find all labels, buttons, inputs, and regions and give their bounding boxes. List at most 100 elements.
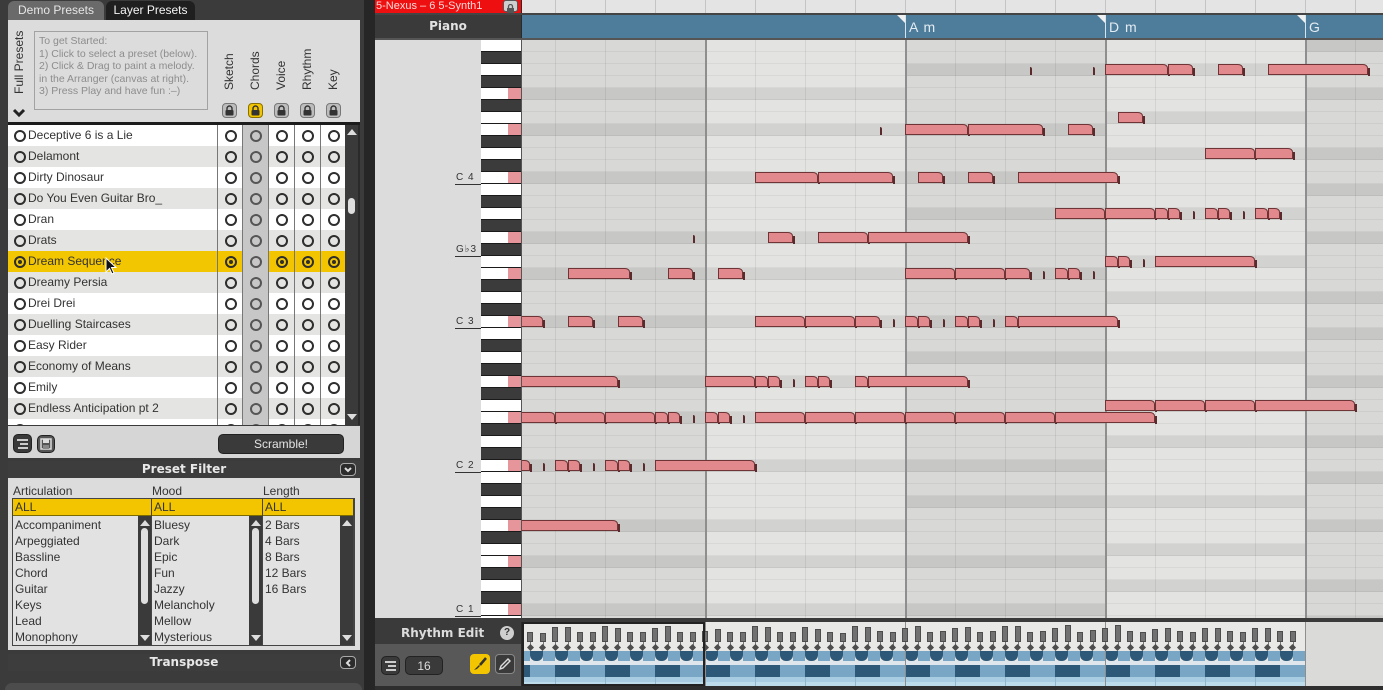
layer-radio[interactable] <box>276 172 288 184</box>
layer-radio[interactable] <box>250 340 262 352</box>
sixteenth-block[interactable] <box>1255 651 1268 661</box>
layer-radio[interactable] <box>225 235 237 247</box>
layer-radio[interactable] <box>276 256 288 268</box>
layer-cell-chords[interactable] <box>242 146 268 167</box>
filter-option[interactable]: Guitar <box>15 581 48 597</box>
note-tick[interactable] <box>1092 271 1095 279</box>
note[interactable] <box>867 376 970 388</box>
piano-key[interactable] <box>481 352 521 364</box>
velocity-bar[interactable] <box>877 631 883 642</box>
eighth-block[interactable] <box>955 665 980 677</box>
piano-key[interactable] <box>481 52 521 64</box>
layer-cell-chords[interactable] <box>242 167 268 188</box>
scramble-button[interactable]: Scramble! <box>218 434 344 454</box>
eighth-block[interactable] <box>1255 665 1280 677</box>
note[interactable] <box>555 412 607 424</box>
filter-option[interactable]: 4 Bars <box>265 533 300 549</box>
eighth-block[interactable] <box>1205 665 1230 677</box>
note[interactable] <box>617 460 632 472</box>
sixteenth-block[interactable] <box>1105 651 1118 661</box>
eighth-block[interactable] <box>705 665 730 677</box>
layer-cell-rhythm[interactable] <box>294 230 320 251</box>
layer-radio[interactable] <box>328 151 340 163</box>
layer-cell-rhythm[interactable] <box>294 209 320 230</box>
layer-cell-sketch[interactable] <box>217 398 242 419</box>
layer-radio[interactable] <box>328 382 340 394</box>
layer-radio[interactable] <box>328 361 340 373</box>
velocity-bar[interactable] <box>714 629 721 642</box>
preset-row[interactable]: Dream Sequence <box>8 251 345 272</box>
layer-radio[interactable] <box>276 382 288 394</box>
sixteenth-block[interactable] <box>1292 651 1305 661</box>
eighth-block[interactable] <box>780 665 805 677</box>
note[interactable] <box>967 316 982 328</box>
piano-key[interactable] <box>481 196 521 208</box>
eighth-block[interactable] <box>1005 665 1030 677</box>
note[interactable] <box>655 460 757 472</box>
sixteenth-block[interactable] <box>917 651 930 661</box>
note-tick[interactable] <box>1042 271 1045 279</box>
note[interactable] <box>755 376 770 388</box>
chord-marker-icon[interactable] <box>897 15 905 23</box>
sixteenth-block[interactable] <box>780 651 793 661</box>
note[interactable] <box>617 316 645 328</box>
filter-option[interactable]: Mysterious <box>154 629 212 645</box>
sixteenth-block[interactable] <box>867 651 880 661</box>
piano-keyboard[interactable] <box>481 40 521 618</box>
note[interactable] <box>1167 208 1182 220</box>
scroll-down-arrow-icon[interactable] <box>342 635 352 641</box>
sixteenth-block[interactable] <box>1067 651 1080 661</box>
velocity-bar[interactable] <box>727 632 733 642</box>
chevron-down-icon[interactable] <box>12 105 26 118</box>
preset-row[interactable]: Dreamy Persia <box>8 272 345 293</box>
layer-radio[interactable] <box>276 151 288 163</box>
velocity-bar[interactable] <box>902 628 908 642</box>
note[interactable] <box>1217 208 1232 220</box>
transpose-header[interactable]: Transpose <box>8 654 360 671</box>
layer-radio[interactable] <box>302 151 314 163</box>
preset-radio[interactable] <box>14 193 26 205</box>
note[interactable] <box>1255 400 1357 412</box>
note[interactable] <box>755 172 820 184</box>
layer-radio[interactable] <box>276 277 288 289</box>
note[interactable] <box>917 316 932 328</box>
layer-radio[interactable] <box>225 130 237 142</box>
note-tick[interactable] <box>1242 211 1245 219</box>
note[interactable] <box>905 316 920 328</box>
panel-divider[interactable] <box>364 0 375 690</box>
velocity-bar[interactable] <box>1264 628 1271 642</box>
eighth-block[interactable] <box>905 665 930 677</box>
layer-cell-key[interactable] <box>320 209 345 230</box>
preset-radio[interactable] <box>14 172 26 184</box>
layer-cell-key[interactable] <box>320 188 345 209</box>
velocity-bar[interactable] <box>889 632 896 642</box>
piano-key[interactable] <box>481 508 521 520</box>
eighth-block[interactable] <box>1130 665 1155 677</box>
note[interactable] <box>1155 400 1207 412</box>
layer-cell-rhythm[interactable] <box>294 293 320 314</box>
layer-cell-rhythm[interactable] <box>294 167 320 188</box>
note[interactable] <box>1055 208 1107 220</box>
preset-radio[interactable] <box>14 382 26 394</box>
sixteenth-block[interactable] <box>717 651 730 661</box>
piano-key[interactable] <box>481 292 521 304</box>
layer-radio[interactable] <box>225 172 237 184</box>
sixteenth-block[interactable] <box>842 651 855 661</box>
filter-scrollbar[interactable] <box>249 516 262 645</box>
layer-radio[interactable] <box>276 319 288 331</box>
note[interactable] <box>1055 412 1157 424</box>
note[interactable] <box>522 316 545 328</box>
sixteenth-block[interactable] <box>1130 651 1143 661</box>
layer-cell-voice[interactable] <box>268 335 294 356</box>
note[interactable] <box>817 232 870 244</box>
layer-cell-key[interactable] <box>320 398 345 419</box>
chord-label[interactable]: G <box>1309 15 1321 38</box>
layer-radio[interactable] <box>276 403 288 415</box>
layer-radio[interactable] <box>250 235 262 247</box>
layer-radio[interactable] <box>276 214 288 226</box>
note[interactable] <box>522 520 620 532</box>
layer-cell-sketch[interactable] <box>217 251 242 272</box>
piano-key[interactable] <box>481 604 521 616</box>
filter-option[interactable]: 16 Bars <box>265 581 306 597</box>
piano-key[interactable] <box>481 412 521 424</box>
